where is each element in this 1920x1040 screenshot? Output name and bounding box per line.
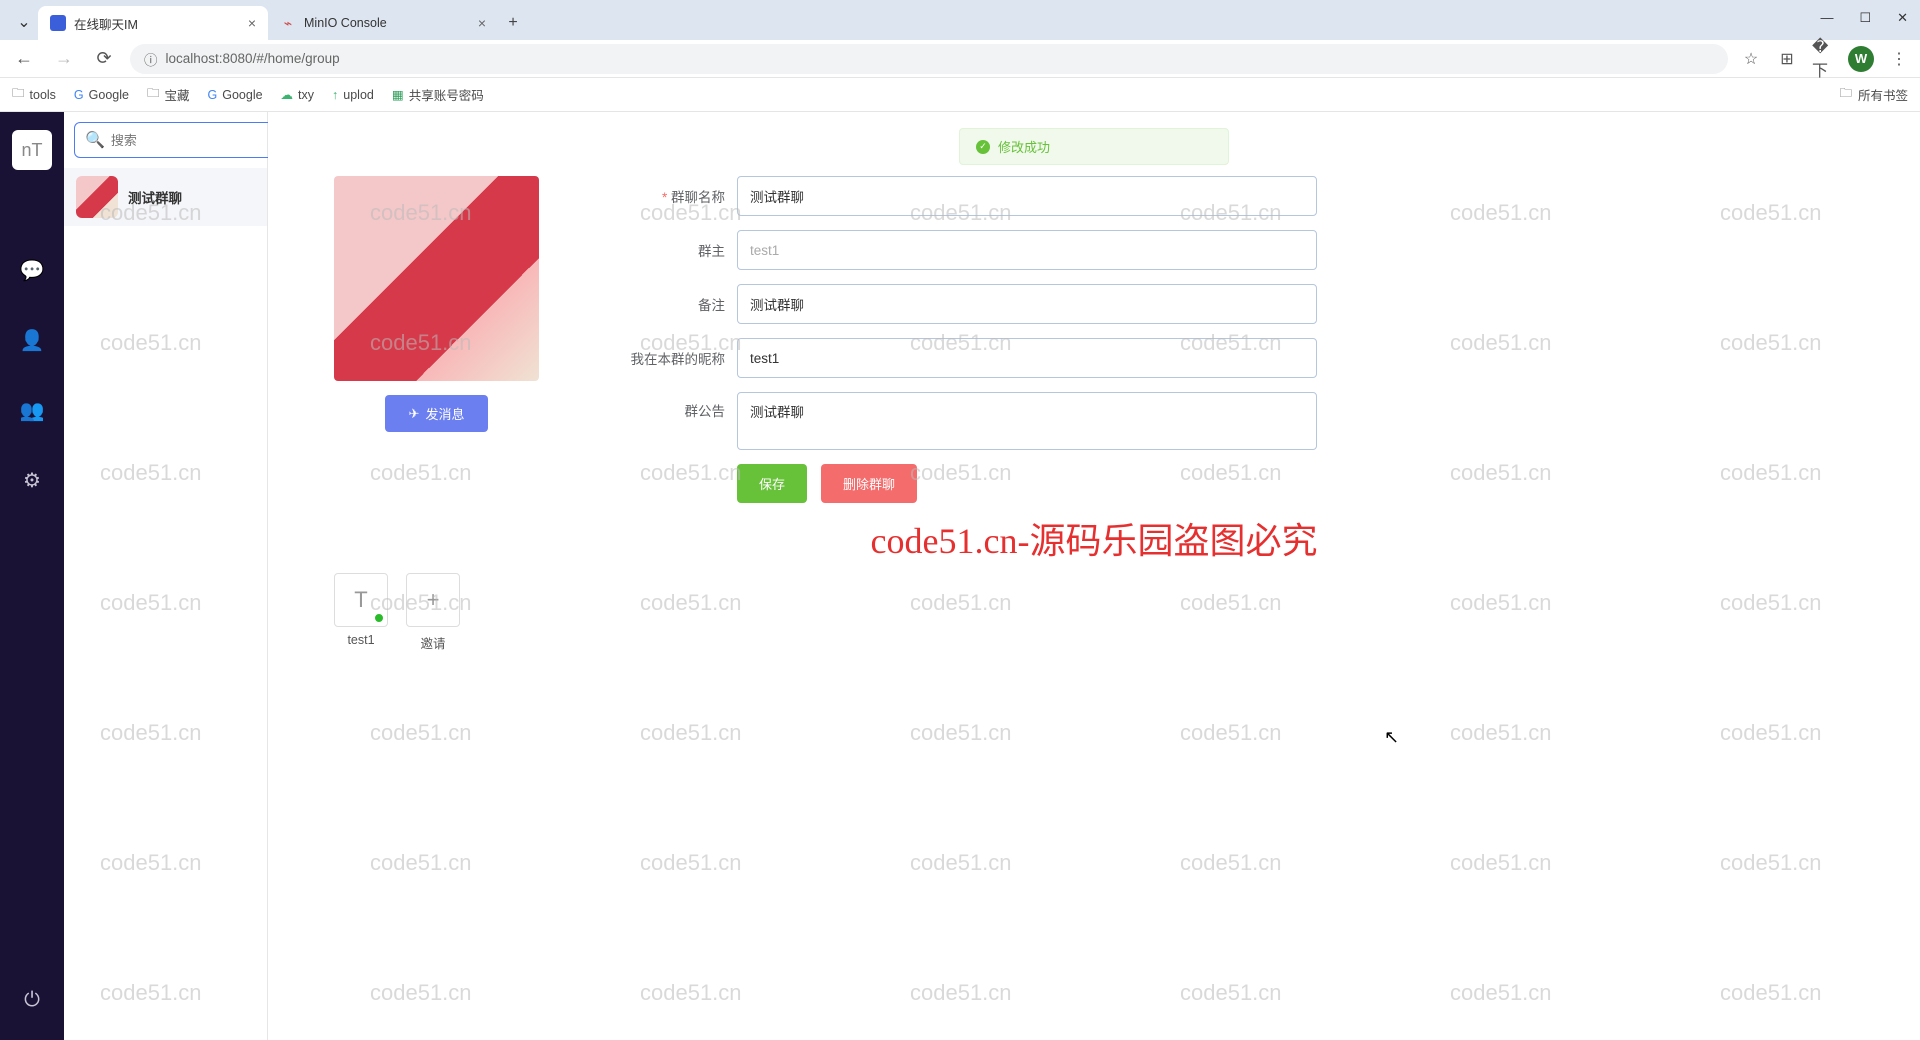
tab-title: 在线聊天IM <box>74 14 138 33</box>
back-button[interactable]: ← <box>10 45 38 73</box>
settings-icon[interactable]: ⚙ <box>12 460 52 500</box>
invite-label: 邀请 <box>420 633 445 652</box>
all-bookmarks[interactable]: 🗀所有书签 <box>1839 84 1908 105</box>
folder-icon: 🗀 <box>12 84 25 105</box>
label-nickname: 我在本群的昵称 <box>625 348 737 368</box>
sheet-icon: ▦ <box>392 87 404 102</box>
contacts-icon[interactable]: 👤 <box>12 320 52 360</box>
group-form: 群聊名称 群主 备注 我在本群的昵称 群公告 测试群聊 <box>625 176 1385 503</box>
google-icon: G <box>74 88 84 102</box>
save-button[interactable]: 保存 <box>737 464 807 503</box>
watermark-large: code51.cn-源码乐园盗图必究 <box>871 512 1318 564</box>
close-window-icon[interactable]: ✕ <box>1897 10 1908 26</box>
app-root: nT 💬 👤 👥 ⚙ ⏻ 🔍 + 测试群聊 ✓ 修改成功 测试群聊(1) <box>0 112 1920 1040</box>
profile-avatar[interactable]: W <box>1848 46 1874 72</box>
member-avatar: T <box>334 573 388 627</box>
groups-icon[interactable]: 👥 <box>12 390 52 430</box>
window-controls: — ☐ ✕ <box>1820 10 1908 26</box>
input-notice[interactable]: 测试群聊 <box>737 392 1317 450</box>
search-icon: 🔍 <box>85 130 105 150</box>
bookmarks-bar: 🗀tools GGoogle 🗀宝藏 GGoogle ☁txy ↑uplod ▦… <box>0 78 1920 112</box>
close-icon[interactable]: × <box>248 15 256 31</box>
new-tab-button[interactable]: + <box>498 6 528 40</box>
label-remark: 备注 <box>625 294 737 314</box>
extensions-icon[interactable]: ⊞ <box>1776 48 1798 70</box>
tab-title: MinIO Console <box>304 16 387 30</box>
menu-icon[interactable]: ⋮ <box>1888 48 1910 70</box>
check-icon: ✓ <box>976 140 990 154</box>
member-item[interactable]: T test1 <box>334 573 388 652</box>
favicon-icon: ⌁ <box>280 15 296 31</box>
bookmark-txy[interactable]: ☁txy <box>281 87 314 102</box>
bookmark-tools[interactable]: 🗀tools <box>12 84 56 105</box>
group-list-item[interactable]: 测试群聊 <box>64 168 267 226</box>
input-remark[interactable] <box>737 284 1317 324</box>
send-icon: ✈ <box>409 406 420 422</box>
user-avatar[interactable]: nT <box>12 130 52 170</box>
toast-text: 修改成功 <box>998 137 1050 156</box>
folder-icon: 🗀 <box>147 84 160 105</box>
search-field[interactable] <box>111 133 287 148</box>
input-nickname[interactable] <box>737 338 1317 378</box>
close-icon[interactable]: × <box>478 15 486 31</box>
star-icon[interactable]: ☆ <box>1740 48 1762 70</box>
online-dot-icon <box>373 612 385 624</box>
reload-button[interactable]: ⟳ <box>90 45 118 73</box>
minimize-icon[interactable]: — <box>1820 10 1833 26</box>
member-name: test1 <box>347 633 374 647</box>
group-cover-image[interactable] <box>334 176 539 381</box>
favicon-icon <box>50 15 66 31</box>
send-message-button[interactable]: ✈ 发消息 <box>385 395 489 432</box>
site-icon: ☁ <box>281 87 294 102</box>
member-list: T test1 + 邀请 <box>334 573 1884 652</box>
group-thumbnail <box>76 176 118 218</box>
label-owner: 群主 <box>625 240 737 260</box>
input-group-name[interactable] <box>737 176 1317 216</box>
plus-icon: + <box>406 573 460 627</box>
group-name: 测试群聊 <box>128 187 182 207</box>
power-icon[interactable]: ⏻ <box>12 980 52 1020</box>
browser-tab-bar: ⌄ 在线聊天IM × ⌁ MinIO Console × + — ☐ ✕ <box>0 0 1920 40</box>
url-text: localhost:8080/#/home/group <box>166 51 340 66</box>
input-owner <box>737 230 1317 270</box>
success-toast: ✓ 修改成功 <box>959 128 1229 165</box>
bookmark-uplod[interactable]: ↑uplod <box>332 88 374 102</box>
tab-chat-im[interactable]: 在线聊天IM × <box>38 6 268 40</box>
group-list-panel: 🔍 + 测试群聊 <box>64 112 268 1040</box>
search-input[interactable]: 🔍 <box>74 122 298 158</box>
info-icon: ⓘ <box>144 49 158 69</box>
sidebar-nav: nT 💬 👤 👥 ⚙ ⏻ <box>0 112 64 1040</box>
tab-list-dropdown[interactable]: ⌄ <box>10 8 38 36</box>
delete-button[interactable]: 删除群聊 <box>821 464 917 503</box>
address-bar: ← → ⟳ ⓘ localhost:8080/#/home/group ☆ ⊞ … <box>0 40 1920 78</box>
google-icon: G <box>208 88 218 102</box>
maximize-icon[interactable]: ☐ <box>1859 10 1871 26</box>
url-input[interactable]: ⓘ localhost:8080/#/home/group <box>130 44 1728 74</box>
label-group-name: 群聊名称 <box>625 186 737 206</box>
cursor-icon: ↖ <box>1384 727 1399 748</box>
label-notice: 群公告 <box>625 392 737 420</box>
bookmark-shared-pw[interactable]: ▦共享账号密码 <box>392 85 484 104</box>
download-icon[interactable]: �下 <box>1812 48 1834 70</box>
bookmark-treasure[interactable]: 🗀宝藏 <box>147 84 190 105</box>
tab-minio[interactable]: ⌁ MinIO Console × <box>268 6 498 40</box>
main-panel: ✓ 修改成功 测试群聊(1) ✈ 发消息 群聊名称 群主 <box>268 112 1920 1040</box>
invite-button[interactable]: + 邀请 <box>406 573 460 652</box>
chat-icon[interactable]: 💬 <box>12 250 52 290</box>
bookmark-google[interactable]: GGoogle <box>74 88 129 102</box>
forward-button[interactable]: → <box>50 45 78 73</box>
site-icon: ↑ <box>332 88 338 102</box>
folder-icon: 🗀 <box>1839 84 1852 105</box>
bookmark-google2[interactable]: GGoogle <box>208 88 263 102</box>
